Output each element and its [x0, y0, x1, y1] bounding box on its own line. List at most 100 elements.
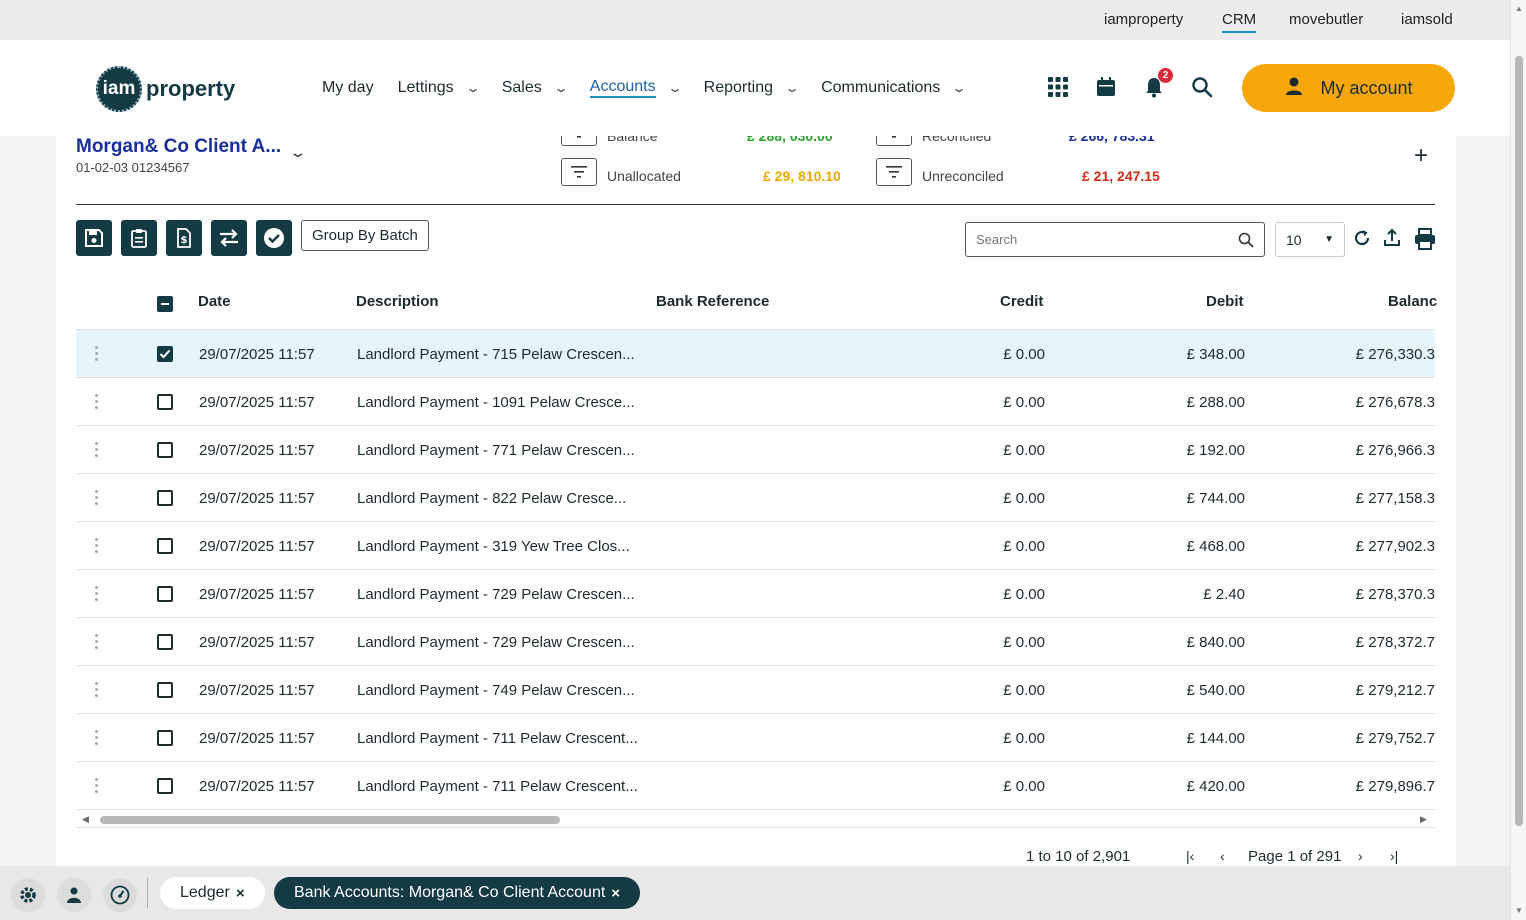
cell-credit: £ 0.00 — [1003, 538, 1045, 555]
my-account-button[interactable]: My account — [1242, 64, 1455, 112]
dashboard-gauge-icon[interactable] — [103, 878, 137, 912]
drag-handle-icon[interactable] — [95, 442, 99, 457]
drag-handle-icon[interactable] — [95, 634, 99, 649]
tab-ledger[interactable]: Ledger × — [160, 877, 265, 909]
topbar-link-movebutler[interactable]: movebutler — [1289, 11, 1363, 28]
nav-sales[interactable]: Sales ⌄ — [502, 78, 569, 98]
filter-unallocated-button[interactable] — [561, 158, 597, 186]
column-header-bank-reference[interactable]: Bank Reference — [656, 293, 769, 310]
table-row[interactable]: 29/07/2025 11:57 Landlord Payment - 319 Y… — [76, 522, 1435, 570]
scroll-left-icon[interactable]: ◀ — [82, 814, 89, 825]
row-checkbox[interactable] — [157, 538, 173, 554]
search-icon[interactable] — [1238, 232, 1254, 248]
group-by-batch-button[interactable]: Group By Batch — [301, 220, 429, 251]
next-page-icon[interactable]: › — [1358, 848, 1363, 864]
page-size-select[interactable]: 10 ▼ — [1275, 222, 1345, 257]
last-page-icon[interactable]: ›| — [1390, 848, 1398, 864]
drag-handle-icon[interactable] — [95, 778, 99, 793]
row-checkbox[interactable] — [157, 442, 173, 458]
close-icon[interactable]: × — [236, 885, 245, 902]
column-header-balance[interactable]: Balanc — [1388, 293, 1437, 310]
bell-icon[interactable]: 2 — [1143, 68, 1173, 98]
table-row[interactable]: 29/07/2025 11:57 Landlord Payment - 771 P… — [76, 426, 1435, 474]
drag-handle-icon[interactable] — [95, 730, 99, 745]
invoice-button[interactable]: $ — [166, 220, 202, 256]
table-horizontal-scrollbar[interactable]: ◀ ▶ — [76, 812, 1435, 828]
search-box[interactable] — [965, 222, 1265, 257]
top-strip: iamproperty CRM movebutler iamsold — [0, 0, 1510, 40]
scroll-down-icon[interactable]: ▼ — [1515, 906, 1523, 915]
drag-handle-icon[interactable] — [95, 586, 99, 601]
column-header-credit[interactable]: Credit — [1000, 293, 1043, 310]
drag-handle-icon[interactable] — [95, 394, 99, 409]
print-icon[interactable] — [1414, 228, 1436, 250]
unreconciled-value: £ 21, 247.15 — [1082, 168, 1160, 184]
apps-grid-icon[interactable] — [1047, 76, 1069, 98]
page-scrollbar[interactable]: ▲ ▼ — [1510, 0, 1526, 920]
drag-handle-icon[interactable] — [95, 538, 99, 553]
table-row[interactable]: 29/07/2025 11:57 Landlord Payment - 715 P… — [76, 330, 1435, 378]
table-row[interactable]: 29/07/2025 11:57 Landlord Payment - 749 P… — [76, 666, 1435, 714]
reconcile-button[interactable] — [256, 220, 292, 256]
nav-accounts[interactable]: Accounts ⌄ — [589, 78, 683, 98]
horizontal-scrollbar-thumb[interactable] — [100, 816, 560, 824]
chevron-down-icon[interactable]: ⌄ — [288, 144, 307, 161]
transfer-button[interactable] — [211, 220, 247, 256]
table-row[interactable]: 29/07/2025 11:57 Landlord Payment - 711 P… — [76, 762, 1435, 810]
nav-lettings[interactable]: Lettings ⌄ — [398, 78, 481, 98]
scroll-up-icon[interactable]: ▲ — [1515, 4, 1523, 13]
refresh-icon[interactable] — [1352, 228, 1374, 250]
table-row[interactable]: 29/07/2025 11:57 Landlord Payment - 729 P… — [76, 570, 1435, 618]
search-icon[interactable] — [1191, 76, 1213, 98]
filter-balance-button[interactable] — [561, 136, 597, 146]
row-checkbox[interactable] — [157, 346, 173, 362]
account-title[interactable]: Morgan& Co Client A... — [76, 136, 281, 158]
filter-reconciled-button[interactable] — [876, 136, 912, 146]
settings-gear-icon[interactable] — [11, 878, 45, 912]
search-input[interactable] — [976, 232, 1238, 247]
filter-icon — [886, 166, 902, 178]
column-header-date[interactable]: Date — [198, 293, 231, 310]
nav-reporting[interactable]: Reporting ⌄ — [704, 78, 800, 98]
row-checkbox[interactable] — [157, 394, 173, 410]
cell-debit: £ 744.00 — [1186, 490, 1245, 507]
clipboard-list-button[interactable] — [121, 220, 157, 256]
row-checkbox[interactable] — [157, 682, 173, 698]
users-icon[interactable] — [57, 878, 91, 912]
first-page-icon[interactable]: |‹ — [1186, 848, 1194, 864]
topbar-link-iamsold[interactable]: iamsold — [1401, 11, 1453, 28]
iamproperty-logo[interactable]: iam property — [96, 66, 235, 112]
page-scrollbar-thumb[interactable] — [1515, 56, 1523, 826]
drag-handle-icon[interactable] — [95, 490, 99, 505]
cell-debit: £ 348.00 — [1186, 346, 1245, 363]
drag-handle-icon[interactable] — [95, 346, 99, 361]
nav-communications[interactable]: Communications ⌄ — [821, 78, 967, 98]
row-checkbox[interactable] — [157, 730, 173, 746]
row-checkbox[interactable] — [157, 490, 173, 506]
row-checkbox[interactable] — [157, 634, 173, 650]
table-row[interactable]: 29/07/2025 11:57 Landlord Payment - 822 P… — [76, 474, 1435, 522]
table-row[interactable]: 29/07/2025 11:57 Landlord Payment - 711 P… — [76, 714, 1435, 762]
tab-bank-accounts[interactable]: Bank Accounts: Morgan& Co Client Account… — [274, 877, 641, 909]
user-icon — [1284, 76, 1304, 101]
table-row[interactable]: 29/07/2025 11:57 Landlord Payment - 729 P… — [76, 618, 1435, 666]
topbar-link-iamproperty[interactable]: iamproperty — [1104, 11, 1183, 28]
cell-credit: £ 0.00 — [1003, 490, 1045, 507]
filter-unreconciled-button[interactable] — [876, 158, 912, 186]
plus-icon[interactable]: + — [1414, 142, 1428, 170]
calendar-icon[interactable] — [1095, 76, 1117, 98]
save-button[interactable] — [76, 220, 112, 256]
row-checkbox[interactable] — [157, 586, 173, 602]
table-row[interactable]: 29/07/2025 11:57 Landlord Payment - 1091 … — [76, 378, 1435, 426]
previous-page-icon[interactable]: ‹ — [1220, 848, 1225, 864]
row-checkbox[interactable] — [157, 778, 173, 794]
export-upload-icon[interactable] — [1382, 228, 1404, 250]
column-header-description[interactable]: Description — [356, 293, 439, 310]
close-icon[interactable]: × — [611, 885, 620, 902]
select-all-checkbox[interactable] — [157, 296, 173, 312]
topbar-link-crm[interactable]: CRM — [1222, 11, 1257, 33]
scroll-right-icon[interactable]: ▶ — [1420, 814, 1427, 825]
nav-my-day[interactable]: My day — [322, 78, 374, 98]
drag-handle-icon[interactable] — [95, 682, 99, 697]
column-header-debit[interactable]: Debit — [1206, 293, 1244, 310]
